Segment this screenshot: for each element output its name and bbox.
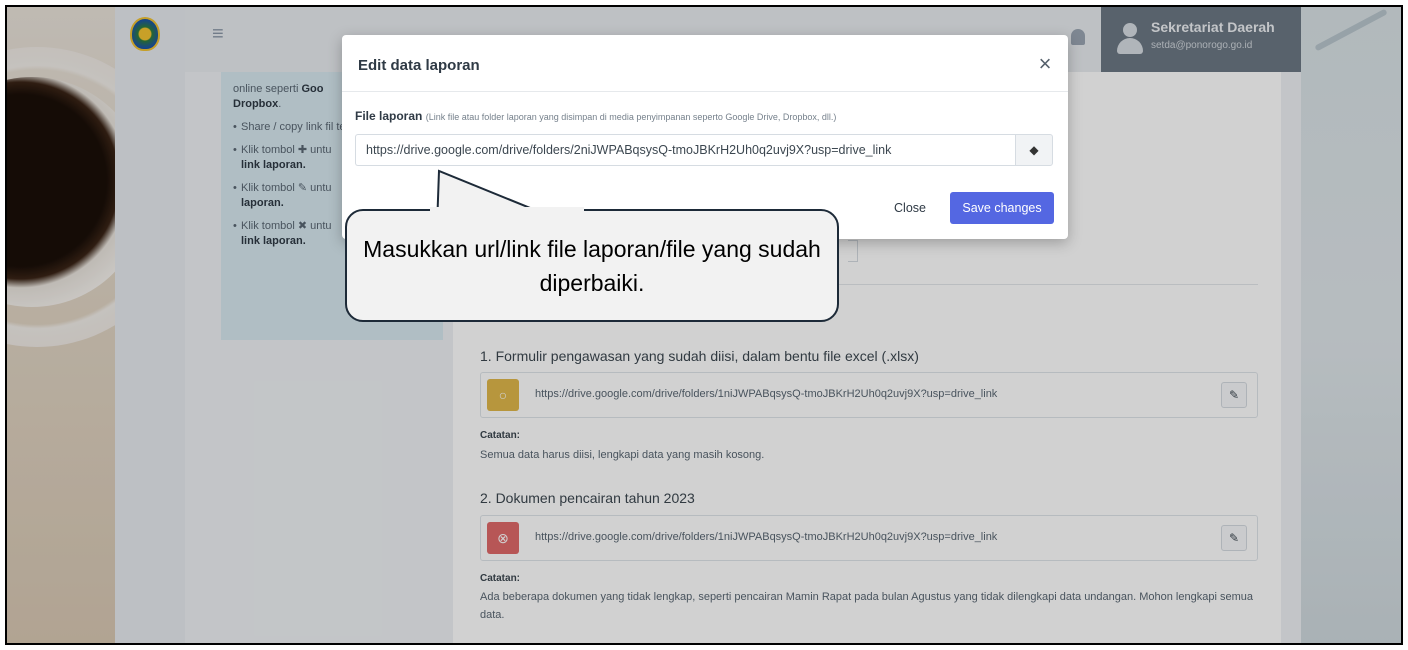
report-url-input[interactable] [355, 134, 1015, 166]
save-changes-button[interactable]: Save changes [950, 192, 1054, 224]
clear-input-button[interactable]: ◆ [1015, 134, 1053, 166]
close-icon[interactable]: × [1034, 53, 1056, 75]
eraser-icon: ◆ [1029, 143, 1039, 157]
modal-header-divider [342, 91, 1068, 92]
callout-pointer-mask [430, 207, 584, 215]
file-link-hint: (Link file atau folder laporan yang disi… [425, 112, 837, 122]
instruction-callout: Masukkan url/link file laporan/file yang… [345, 209, 839, 322]
callout-text: Masukkan url/link file laporan/file yang… [363, 235, 821, 296]
screenshot-frame: ≡ Sekretariat Daerah setda@ponorogo.go.i… [5, 5, 1403, 645]
close-button[interactable]: Close [880, 192, 940, 224]
modal-title: Edit data laporan [358, 57, 480, 74]
file-link-label: File laporan (Link file atau folder lapo… [355, 109, 837, 123]
